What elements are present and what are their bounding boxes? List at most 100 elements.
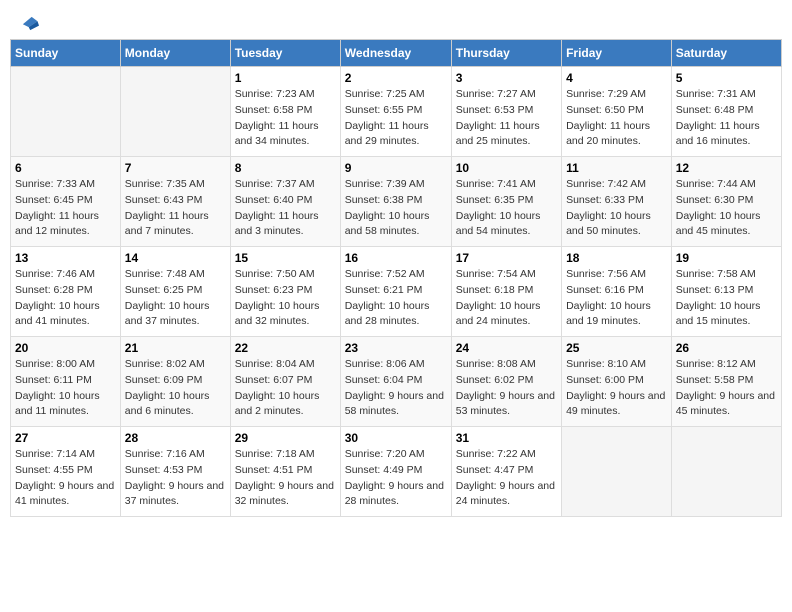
- day-header-friday: Friday: [562, 40, 672, 67]
- day-cell: [671, 427, 781, 517]
- day-detail: Sunrise: 7:41 AMSunset: 6:35 PMDaylight:…: [456, 177, 557, 240]
- page-header: [10, 10, 782, 29]
- day-detail: Sunrise: 7:54 AMSunset: 6:18 PMDaylight:…: [456, 267, 557, 330]
- day-cell: 22 Sunrise: 8:04 AMSunset: 6:07 PMDayligh…: [230, 337, 340, 427]
- week-row-5: 27 Sunrise: 7:14 AMSunset: 4:55 PMDayligh…: [11, 427, 782, 517]
- day-number: 3: [456, 71, 557, 85]
- day-detail: Sunrise: 7:39 AMSunset: 6:38 PMDaylight:…: [345, 177, 447, 240]
- day-cell: 7 Sunrise: 7:35 AMSunset: 6:43 PMDaylight…: [120, 157, 230, 247]
- logo: [15, 15, 39, 29]
- day-cell: 5 Sunrise: 7:31 AMSunset: 6:48 PMDaylight…: [671, 67, 781, 157]
- day-number: 4: [566, 71, 667, 85]
- day-detail: Sunrise: 7:33 AMSunset: 6:45 PMDaylight:…: [15, 177, 116, 240]
- day-number: 1: [235, 71, 336, 85]
- day-number: 22: [235, 341, 336, 355]
- day-cell: 9 Sunrise: 7:39 AMSunset: 6:38 PMDaylight…: [340, 157, 451, 247]
- day-number: 14: [125, 251, 226, 265]
- day-detail: Sunrise: 7:25 AMSunset: 6:55 PMDaylight:…: [345, 87, 447, 150]
- day-header-thursday: Thursday: [451, 40, 561, 67]
- day-detail: Sunrise: 7:18 AMSunset: 4:51 PMDaylight:…: [235, 447, 336, 510]
- day-cell: 20 Sunrise: 8:00 AMSunset: 6:11 PMDayligh…: [11, 337, 121, 427]
- day-cell: 19 Sunrise: 7:58 AMSunset: 6:13 PMDayligh…: [671, 247, 781, 337]
- day-cell: 13 Sunrise: 7:46 AMSunset: 6:28 PMDayligh…: [11, 247, 121, 337]
- day-detail: Sunrise: 8:08 AMSunset: 6:02 PMDaylight:…: [456, 357, 557, 420]
- day-cell: 29 Sunrise: 7:18 AMSunset: 4:51 PMDayligh…: [230, 427, 340, 517]
- day-header-monday: Monday: [120, 40, 230, 67]
- calendar-table: SundayMondayTuesdayWednesdayThursdayFrid…: [10, 39, 782, 517]
- day-detail: Sunrise: 7:16 AMSunset: 4:53 PMDaylight:…: [125, 447, 226, 510]
- day-cell: 23Sunrise: 8:06 AMSunset: 6:04 PMDayligh…: [340, 337, 451, 427]
- day-number: 28: [125, 431, 226, 445]
- day-detail: Sunrise: 7:22 AMSunset: 4:47 PMDaylight:…: [456, 447, 557, 510]
- day-detail: Sunrise: 7:46 AMSunset: 6:28 PMDaylight:…: [15, 267, 116, 330]
- day-cell: [120, 67, 230, 157]
- day-cell: [11, 67, 121, 157]
- day-number: 16: [345, 251, 447, 265]
- day-number: 31: [456, 431, 557, 445]
- day-header-saturday: Saturday: [671, 40, 781, 67]
- day-detail: Sunrise: 7:23 AMSunset: 6:58 PMDaylight:…: [235, 87, 336, 150]
- day-detail: Sunrise: 7:14 AMSunset: 4:55 PMDaylight:…: [15, 447, 116, 510]
- day-detail: Sunrise: 7:20 AMSunset: 4:49 PMDaylight:…: [345, 447, 447, 510]
- day-number: 21: [125, 341, 226, 355]
- day-detail: Sunrise: 7:27 AMSunset: 6:53 PMDaylight:…: [456, 87, 557, 150]
- day-number: 7: [125, 161, 226, 175]
- day-number: 10: [456, 161, 557, 175]
- day-cell: 28 Sunrise: 7:16 AMSunset: 4:53 PMDayligh…: [120, 427, 230, 517]
- day-cell: 2 Sunrise: 7:25 AMSunset: 6:55 PMDaylight…: [340, 67, 451, 157]
- week-row-2: 6 Sunrise: 7:33 AMSunset: 6:45 PMDaylight…: [11, 157, 782, 247]
- day-detail: Sunrise: 8:12 AMSunset: 5:58 PMDaylight:…: [676, 357, 777, 420]
- day-cell: 8 Sunrise: 7:37 AMSunset: 6:40 PMDaylight…: [230, 157, 340, 247]
- day-detail: Sunrise: 7:31 AMSunset: 6:48 PMDaylight:…: [676, 87, 777, 150]
- day-detail: Sunrise: 8:06 AMSunset: 6:04 PMDaylight:…: [345, 357, 447, 420]
- day-detail: Sunrise: 7:37 AMSunset: 6:40 PMDaylight:…: [235, 177, 336, 240]
- day-cell: 31 Sunrise: 7:22 AMSunset: 4:47 PMDayligh…: [451, 427, 561, 517]
- logo-bird-icon: [17, 11, 39, 33]
- day-header-tuesday: Tuesday: [230, 40, 340, 67]
- day-detail: Sunrise: 8:02 AMSunset: 6:09 PMDaylight:…: [125, 357, 226, 420]
- day-header-sunday: Sunday: [11, 40, 121, 67]
- day-detail: Sunrise: 8:04 AMSunset: 6:07 PMDaylight:…: [235, 357, 336, 420]
- day-number: 17: [456, 251, 557, 265]
- day-number: 5: [676, 71, 777, 85]
- day-number: 12: [676, 161, 777, 175]
- day-cell: [562, 427, 672, 517]
- week-row-3: 13 Sunrise: 7:46 AMSunset: 6:28 PMDayligh…: [11, 247, 782, 337]
- day-cell: 1 Sunrise: 7:23 AMSunset: 6:58 PMDaylight…: [230, 67, 340, 157]
- day-detail: Sunrise: 7:48 AMSunset: 6:25 PMDaylight:…: [125, 267, 226, 330]
- day-cell: 6 Sunrise: 7:33 AMSunset: 6:45 PMDaylight…: [11, 157, 121, 247]
- day-number: 15: [235, 251, 336, 265]
- day-detail: Sunrise: 7:42 AMSunset: 6:33 PMDaylight:…: [566, 177, 667, 240]
- day-cell: 12 Sunrise: 7:44 AMSunset: 6:30 PMDayligh…: [671, 157, 781, 247]
- day-cell: 16 Sunrise: 7:52 AMSunset: 6:21 PMDayligh…: [340, 247, 451, 337]
- day-detail: Sunrise: 8:10 AMSunset: 6:00 PMDaylight:…: [566, 357, 667, 420]
- day-number: 19: [676, 251, 777, 265]
- day-number: 29: [235, 431, 336, 445]
- day-number: 30: [345, 431, 447, 445]
- day-number: 13: [15, 251, 116, 265]
- day-cell: 10 Sunrise: 7:41 AMSunset: 6:35 PMDayligh…: [451, 157, 561, 247]
- day-number: 20: [15, 341, 116, 355]
- day-detail: Sunrise: 7:50 AMSunset: 6:23 PMDaylight:…: [235, 267, 336, 330]
- day-cell: 17 Sunrise: 7:54 AMSunset: 6:18 PMDayligh…: [451, 247, 561, 337]
- day-detail: Sunrise: 8:00 AMSunset: 6:11 PMDaylight:…: [15, 357, 116, 420]
- day-number: 27: [15, 431, 116, 445]
- day-detail: Sunrise: 7:52 AMSunset: 6:21 PMDaylight:…: [345, 267, 447, 330]
- day-detail: Sunrise: 7:56 AMSunset: 6:16 PMDaylight:…: [566, 267, 667, 330]
- day-detail: Sunrise: 7:44 AMSunset: 6:30 PMDaylight:…: [676, 177, 777, 240]
- day-detail: Sunrise: 7:35 AMSunset: 6:43 PMDaylight:…: [125, 177, 226, 240]
- day-detail: Sunrise: 7:58 AMSunset: 6:13 PMDaylight:…: [676, 267, 777, 330]
- day-number: 2: [345, 71, 447, 85]
- day-number: 18: [566, 251, 667, 265]
- day-number: 25: [566, 341, 667, 355]
- day-cell: 18 Sunrise: 7:56 AMSunset: 6:16 PMDayligh…: [562, 247, 672, 337]
- day-cell: 3 Sunrise: 7:27 AMSunset: 6:53 PMDaylight…: [451, 67, 561, 157]
- day-header-wednesday: Wednesday: [340, 40, 451, 67]
- day-number: 9: [345, 161, 447, 175]
- day-cell: 11Sunrise: 7:42 AMSunset: 6:33 PMDayligh…: [562, 157, 672, 247]
- day-cell: 26Sunrise: 8:12 AMSunset: 5:58 PMDayligh…: [671, 337, 781, 427]
- week-row-4: 20 Sunrise: 8:00 AMSunset: 6:11 PMDayligh…: [11, 337, 782, 427]
- day-number: 6: [15, 161, 116, 175]
- day-cell: 21 Sunrise: 8:02 AMSunset: 6:09 PMDayligh…: [120, 337, 230, 427]
- day-number: 8: [235, 161, 336, 175]
